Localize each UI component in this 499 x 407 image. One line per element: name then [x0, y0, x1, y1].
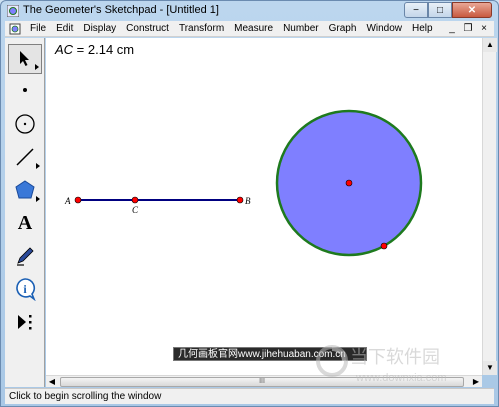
point-a[interactable] — [74, 196, 82, 204]
label-a[interactable]: A — [64, 196, 71, 206]
marker-pen-icon — [17, 247, 34, 266]
vertical-scrollbar[interactable]: ▲ ▼ — [482, 38, 497, 375]
status-text: Click to begin scrolling the window — [9, 391, 162, 402]
watermark-logo: 当下软件园 www.downxia.com — [316, 345, 446, 384]
doc-restore-button[interactable]: ❐ — [461, 23, 475, 35]
menu-window[interactable]: Window — [361, 23, 407, 35]
menu-file[interactable]: File — [25, 23, 51, 35]
menu-measure[interactable]: Measure — [229, 23, 278, 35]
menu-display[interactable]: Display — [78, 23, 121, 35]
menu-transform[interactable]: Transform — [174, 23, 229, 35]
app-window: The Geometer's Sketchpad - [Untitled 1] … — [0, 0, 499, 407]
label-b[interactable]: B — [245, 196, 251, 206]
status-bar: Click to begin scrolling the window — [5, 388, 494, 404]
marker-tool[interactable] — [8, 241, 42, 271]
maximize-button[interactable]: □ — [428, 2, 452, 18]
arrow-icon — [20, 51, 29, 66]
menu-edit[interactable]: Edit — [51, 23, 78, 35]
watermark-logo-text: 当下软件园 — [350, 347, 440, 368]
construction-drawing: A C B — [64, 109, 423, 257]
minimize-button[interactable]: − — [404, 2, 428, 18]
information-icon: i — [16, 278, 36, 301]
custom-tools-icon — [18, 315, 32, 330]
doc-minimize-button[interactable]: _ — [445, 23, 459, 35]
point-c[interactable] — [131, 196, 139, 204]
text-tool-icon: A — [17, 211, 33, 234]
circle-center-point[interactable] — [345, 179, 353, 187]
close-button[interactable]: ✕ — [452, 2, 492, 18]
polygon-tool[interactable] — [8, 175, 42, 205]
tool-submenu-arrow-icon — [36, 163, 40, 169]
menu-graph[interactable]: Graph — [324, 23, 362, 35]
menu-bar: File Edit Display Construct Transform Me… — [5, 21, 494, 37]
label-c[interactable]: C — [132, 205, 139, 215]
point-tool[interactable] — [8, 75, 42, 105]
straightedge-icon — [16, 148, 34, 166]
window-title: The Geometer's Sketchpad - [Untitled 1] — [23, 4, 219, 16]
compass-tool[interactable] — [8, 109, 42, 139]
tool-submenu-arrow-icon — [35, 64, 39, 70]
scroll-left-arrow-icon[interactable]: ◀ — [46, 376, 58, 388]
polygon-icon — [15, 180, 35, 199]
sketch-canvas[interactable]: AC = 2.14 cm A C B — [46, 38, 482, 375]
sketchpad-app-icon — [7, 5, 19, 17]
point-b[interactable] — [236, 196, 244, 204]
doc-close-button[interactable]: × — [477, 23, 491, 35]
menu-help[interactable]: Help — [407, 23, 438, 35]
toolbox: A i — [5, 38, 45, 387]
text-tool[interactable]: A — [8, 208, 42, 238]
watermark-logo-url: www.downxia.com — [355, 372, 446, 384]
straightedge-tool[interactable] — [8, 142, 42, 172]
tool-submenu-arrow-icon — [36, 196, 40, 202]
title-bar[interactable]: The Geometer's Sketchpad - [Untitled 1] … — [1, 1, 498, 21]
document-icon[interactable] — [9, 23, 21, 35]
custom-tool[interactable] — [8, 307, 42, 337]
scroll-up-arrow-icon[interactable]: ▲ — [483, 38, 497, 52]
point-icon — [23, 88, 27, 92]
menu-number[interactable]: Number — [278, 23, 324, 35]
menu-construct[interactable]: Construct — [121, 23, 174, 35]
compass-icon — [15, 114, 35, 134]
information-tool[interactable]: i — [8, 274, 42, 304]
arrow-select-tool[interactable] — [8, 44, 42, 74]
circle-radius-point[interactable] — [380, 242, 388, 250]
